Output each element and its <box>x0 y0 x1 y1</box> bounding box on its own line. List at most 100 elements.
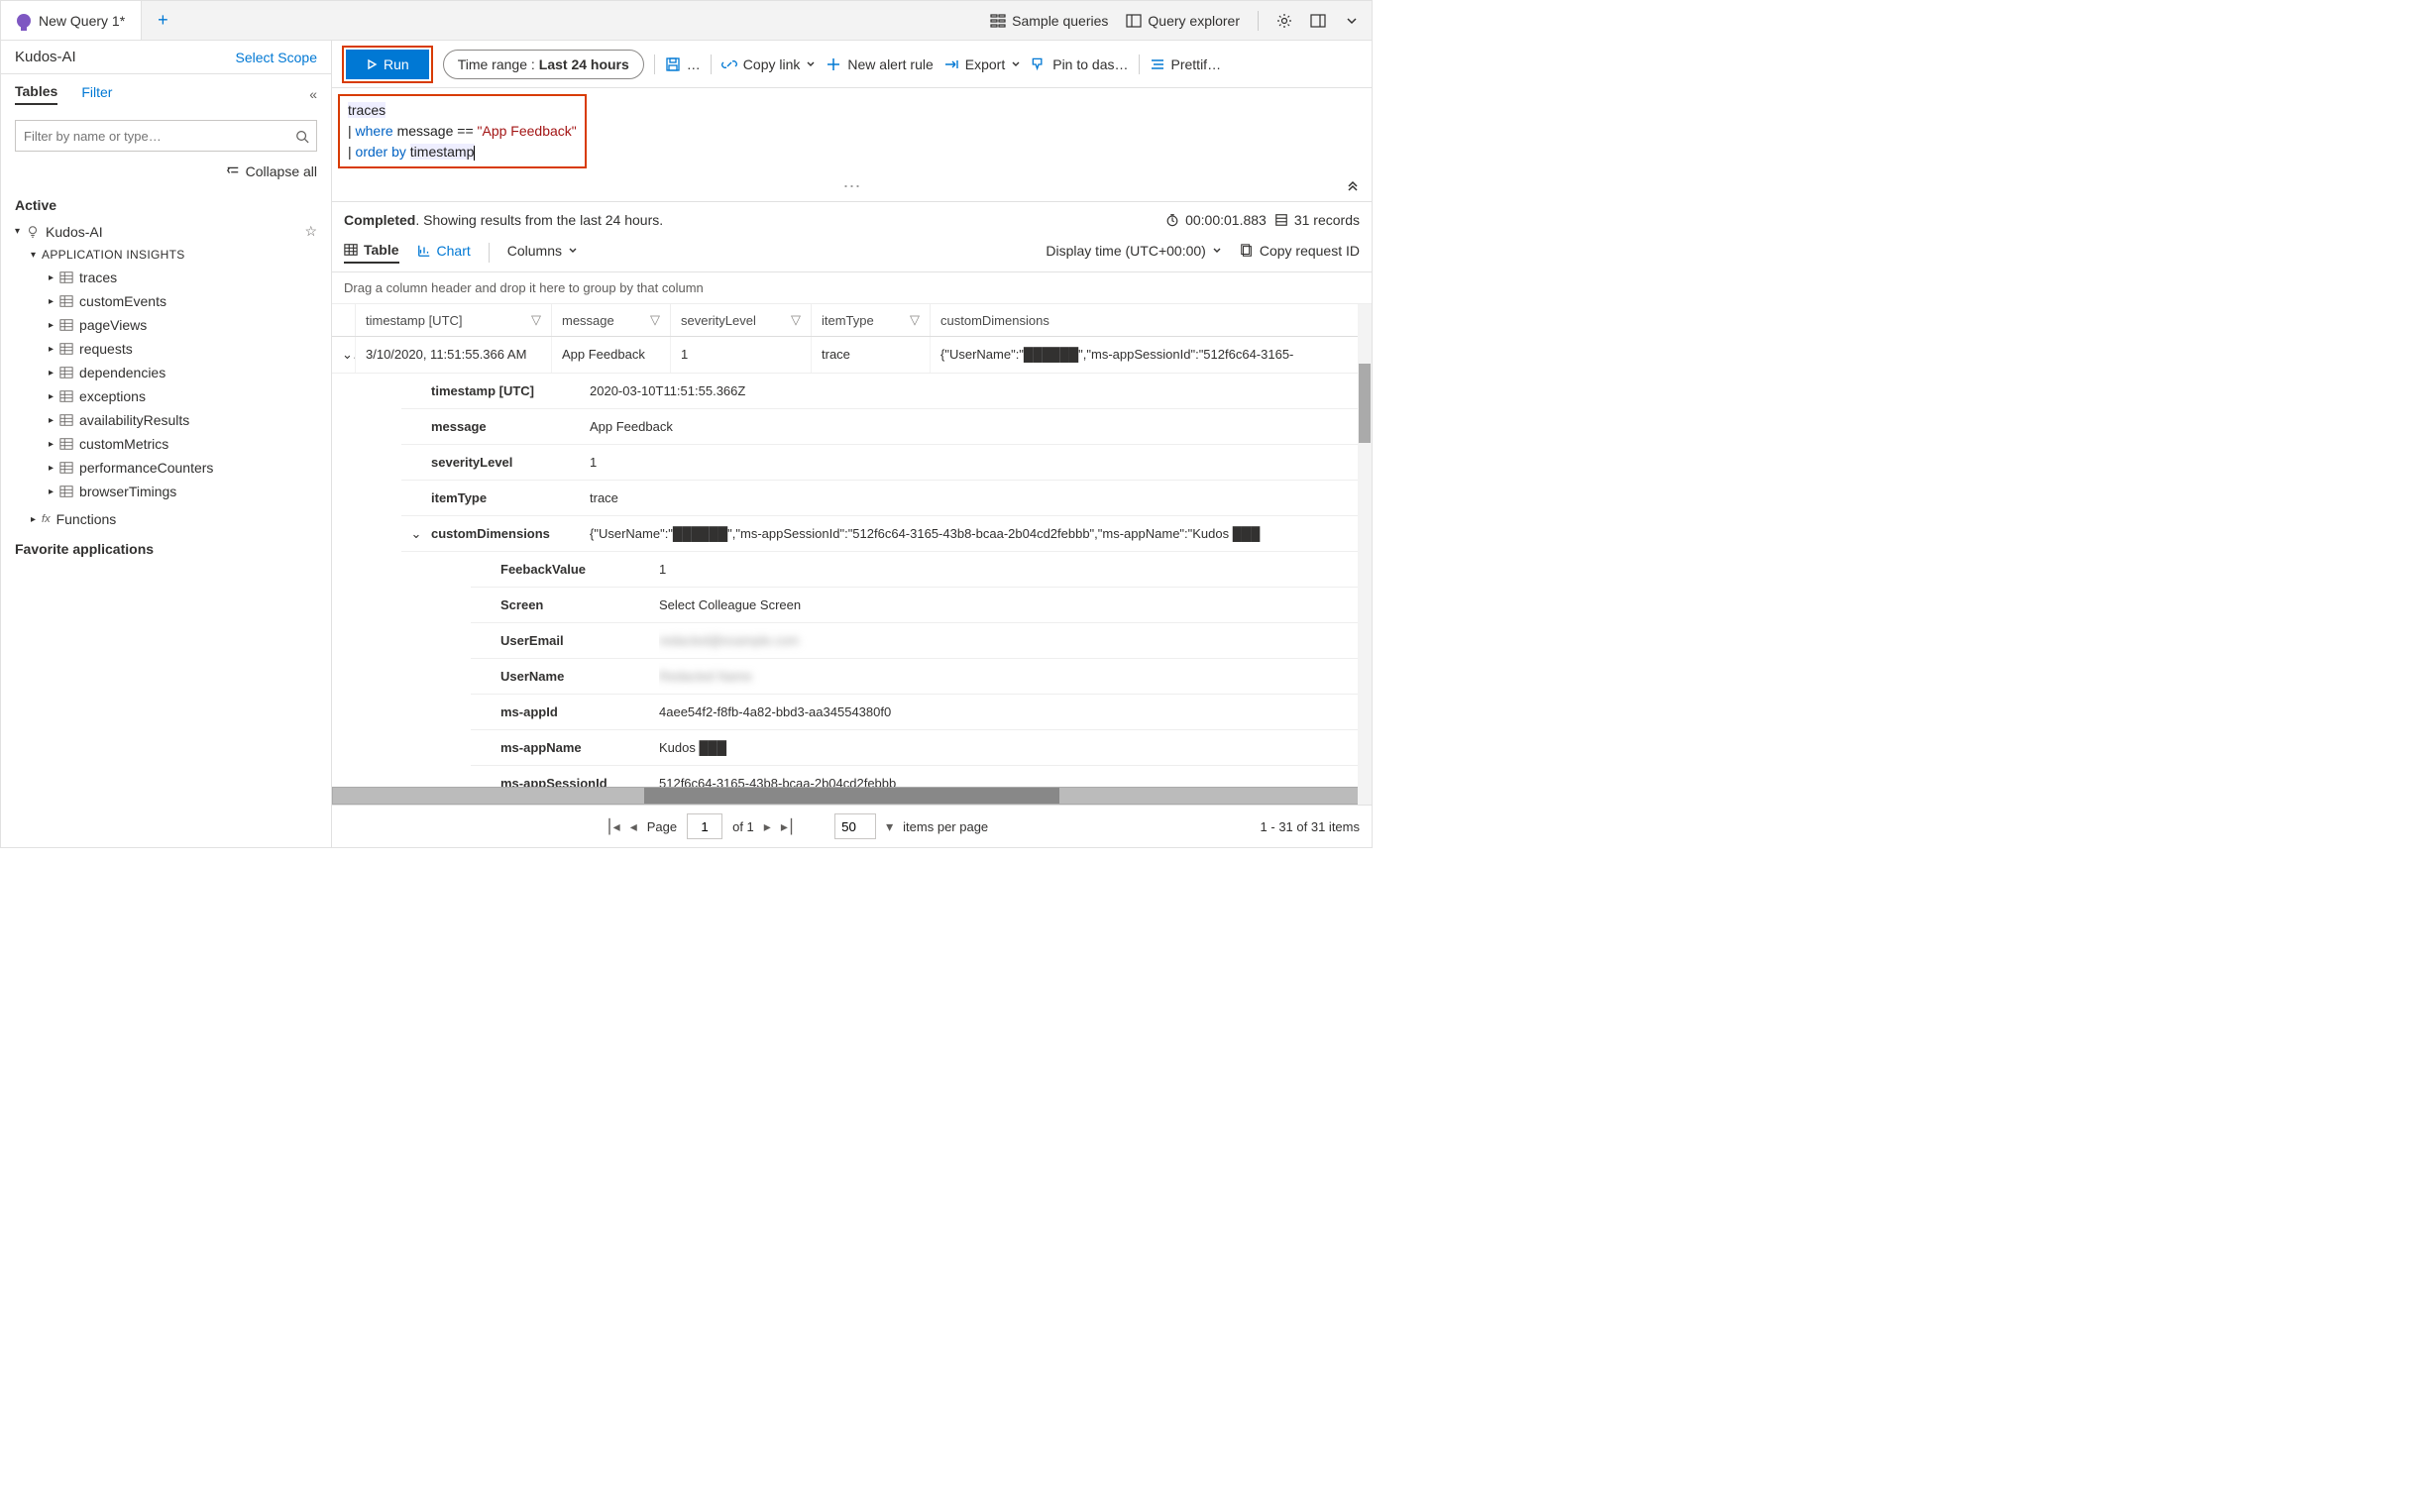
columns-dropdown[interactable]: Columns <box>507 243 578 263</box>
node-browsertimings[interactable]: ▸browserTimings <box>15 480 317 503</box>
search-icon <box>295 128 309 144</box>
filter-icon[interactable]: ▽ <box>531 312 541 328</box>
select-scope-button[interactable]: Select Scope <box>236 50 318 65</box>
col-timestamp[interactable]: timestamp [UTC]▽ <box>356 304 552 336</box>
copy-request-id-button[interactable]: Copy request ID <box>1240 243 1360 263</box>
new-alert-button[interactable]: New alert rule <box>826 56 933 72</box>
page-size-dropdown[interactable]: ▾ <box>886 818 893 835</box>
time-range-picker[interactable]: Time range : Last 24 hours <box>443 50 644 79</box>
col-customdimensions[interactable]: customDimensions <box>931 304 1372 336</box>
table-icon <box>59 389 73 403</box>
panel-icon[interactable] <box>1310 13 1326 29</box>
node-customevents[interactable]: ▸customEvents <box>15 289 317 313</box>
tab-chart[interactable]: Chart <box>417 243 471 263</box>
col-severity[interactable]: severityLevel▽ <box>671 304 812 336</box>
horizontal-scrollbar[interactable] <box>332 787 1372 805</box>
node-dependencies[interactable]: ▸dependencies <box>15 361 317 384</box>
table-icon <box>344 243 358 257</box>
copy-link-button[interactable]: Copy link <box>721 56 817 72</box>
pager-summary: 1 - 31 of 31 items <box>1261 819 1360 834</box>
pager: ⎮◂ ◂ Page of 1 ▸ ▸⎮ ▾ items per page 1 -… <box>332 805 1372 847</box>
table-icon <box>59 437 73 451</box>
collapse-all-button[interactable]: Collapse all <box>1 158 331 185</box>
table-icon <box>59 413 73 427</box>
records-icon <box>1274 213 1288 227</box>
table-icon <box>59 342 73 356</box>
filter-icon[interactable]: ▽ <box>791 312 801 328</box>
col-itemtype[interactable]: itemType▽ <box>812 304 931 336</box>
cell-customdimensions: {"UserName":"██████","ms-appSessionId":"… <box>931 337 1372 373</box>
export-icon <box>943 56 959 72</box>
cell-timestamp: 3/10/2020, 11:51:55.366 AM <box>356 337 552 373</box>
query-tab[interactable]: New Query 1* <box>1 1 142 40</box>
vertical-scrollbar[interactable] <box>1358 304 1372 805</box>
caret-down-icon: ▾ <box>31 250 36 261</box>
prettify-button[interactable]: Prettif… <box>1150 56 1222 72</box>
separator <box>1258 11 1259 31</box>
chevron-down-icon[interactable] <box>1344 13 1360 29</box>
run-button[interactable]: Run <box>346 50 429 79</box>
table-row[interactable]: ⌄ 3/10/2020, 11:51:55.366 AM App Feedbac… <box>332 337 1372 374</box>
collapse-panel-icon[interactable]: « <box>309 86 317 102</box>
query-editor[interactable]: traces | where message == "App Feedback"… <box>332 88 1372 202</box>
tab-table[interactable]: Table <box>344 242 399 264</box>
query-toolbar: Run Time range : Last 24 hours … Copy li… <box>332 41 1372 88</box>
caret-right-icon: ▸ <box>49 272 54 283</box>
new-tab-button[interactable]: + <box>142 10 184 31</box>
search-input[interactable] <box>15 120 317 152</box>
query-explorer-button[interactable]: Query explorer <box>1126 13 1240 29</box>
export-button[interactable]: Export <box>943 56 1021 72</box>
prettify-icon <box>1150 56 1165 72</box>
clipboard-icon <box>1240 244 1254 258</box>
page-size-input[interactable] <box>834 813 876 839</box>
node-perfcounters[interactable]: ▸performanceCounters <box>15 456 317 480</box>
highlight-run: Run <box>342 46 433 83</box>
first-page-button[interactable]: ⎮◂ <box>606 818 619 835</box>
tab-bar: New Query 1* + Sample queries Query expl… <box>1 1 1372 41</box>
table-icon <box>59 318 73 332</box>
next-page-button[interactable]: ▸ <box>764 818 771 835</box>
save-button[interactable]: … <box>665 56 701 72</box>
node-exceptions[interactable]: ▸exceptions <box>15 384 317 408</box>
pin-button[interactable]: Pin to das… <box>1031 56 1128 72</box>
display-time-dropdown[interactable]: Display time (UTC+00:00) <box>1046 243 1221 263</box>
node-requests[interactable]: ▸requests <box>15 337 317 361</box>
group-app-insights[interactable]: ▾ APPLICATION INSIGHTS <box>15 244 317 266</box>
col-message[interactable]: message▽ <box>552 304 671 336</box>
root-node[interactable]: ▾ Kudos-AI ☆ <box>15 219 317 244</box>
last-page-button[interactable]: ▸⎮ <box>781 818 795 835</box>
star-icon[interactable]: ☆ <box>304 223 317 240</box>
expand-cd-icon[interactable]: ⌄ <box>401 516 431 551</box>
row-detail: timestamp [UTC]2020-03-10T11:51:55.366Z … <box>332 374 1372 787</box>
caret-right-icon: ▸ <box>49 391 54 402</box>
expand-row-icon[interactable]: ⌄ <box>332 337 356 373</box>
node-traces[interactable]: ▸traces <box>15 266 317 289</box>
collapse-up-icon[interactable] <box>1346 177 1360 193</box>
filter-icon[interactable]: ▽ <box>910 312 920 328</box>
separator <box>711 54 712 74</box>
filter-pill[interactable]: Filter <box>81 84 112 104</box>
caret-right-icon: ▸ <box>49 296 54 307</box>
caret-right-icon: ▸ <box>49 368 54 378</box>
right-panel: Run Time range : Last 24 hours … Copy li… <box>332 41 1372 847</box>
node-functions[interactable]: ▸ fx Functions <box>15 507 317 531</box>
page-input[interactable] <box>687 813 722 839</box>
filter-icon[interactable]: ▽ <box>650 312 660 328</box>
prev-page-button[interactable]: ◂ <box>630 818 637 835</box>
node-availability[interactable]: ▸availabilityResults <box>15 408 317 432</box>
editor-resize-handle[interactable]: ⋯ <box>332 174 1372 201</box>
table-icon <box>59 294 73 308</box>
sample-queries-button[interactable]: Sample queries <box>990 13 1108 29</box>
results-grid: timestamp [UTC]▽ message▽ severityLevel▽… <box>332 304 1372 787</box>
tab-title: New Query 1* <box>39 13 125 29</box>
node-custommetrics[interactable]: ▸customMetrics <box>15 432 317 456</box>
chevron-down-icon <box>1011 59 1021 69</box>
group-hint[interactable]: Drag a column header and drop it here to… <box>332 272 1372 304</box>
separator <box>654 54 655 74</box>
gear-icon[interactable] <box>1276 13 1292 29</box>
tables-pill[interactable]: Tables <box>15 83 57 105</box>
table-icon <box>59 461 73 475</box>
caret-down-icon: ▾ <box>15 226 20 237</box>
separator <box>489 243 490 263</box>
node-pageviews[interactable]: ▸pageViews <box>15 313 317 337</box>
